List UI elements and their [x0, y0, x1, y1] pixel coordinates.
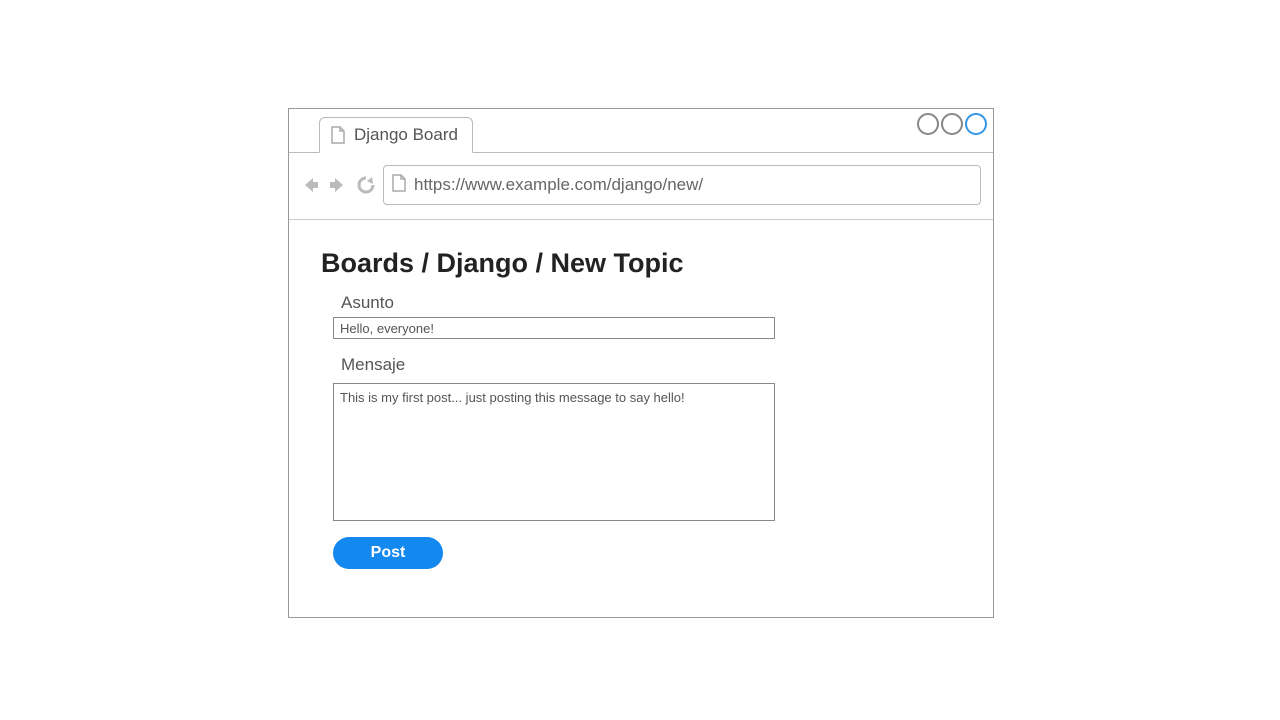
- window-controls: [917, 113, 987, 135]
- tab-bar: Django Board: [289, 109, 993, 153]
- message-label: Mensaje: [341, 355, 961, 375]
- address-row: [289, 153, 993, 220]
- page-icon: [392, 174, 406, 197]
- new-topic-form: Asunto Mensaje Post: [321, 293, 961, 569]
- window-button-1[interactable]: [917, 113, 939, 135]
- window-button-3[interactable]: [965, 113, 987, 135]
- browser-tab[interactable]: Django Board: [319, 117, 473, 153]
- tab-title: Django Board: [354, 125, 458, 145]
- address-bar[interactable]: [383, 165, 981, 205]
- message-textarea[interactable]: [333, 383, 775, 521]
- browser-window: Django Board Boards / Django / New: [288, 108, 994, 618]
- forward-icon[interactable]: [327, 174, 349, 196]
- reload-icon[interactable]: [355, 174, 377, 196]
- url-input[interactable]: [414, 175, 972, 195]
- page-content: Boards / Django / New Topic Asunto Mensa…: [289, 220, 993, 589]
- window-button-2[interactable]: [941, 113, 963, 135]
- subject-input[interactable]: [333, 317, 775, 339]
- page-icon: [330, 125, 346, 145]
- breadcrumb: Boards / Django / New Topic: [321, 248, 961, 279]
- back-icon[interactable]: [299, 174, 321, 196]
- post-button[interactable]: Post: [333, 537, 443, 569]
- subject-label: Asunto: [341, 293, 961, 313]
